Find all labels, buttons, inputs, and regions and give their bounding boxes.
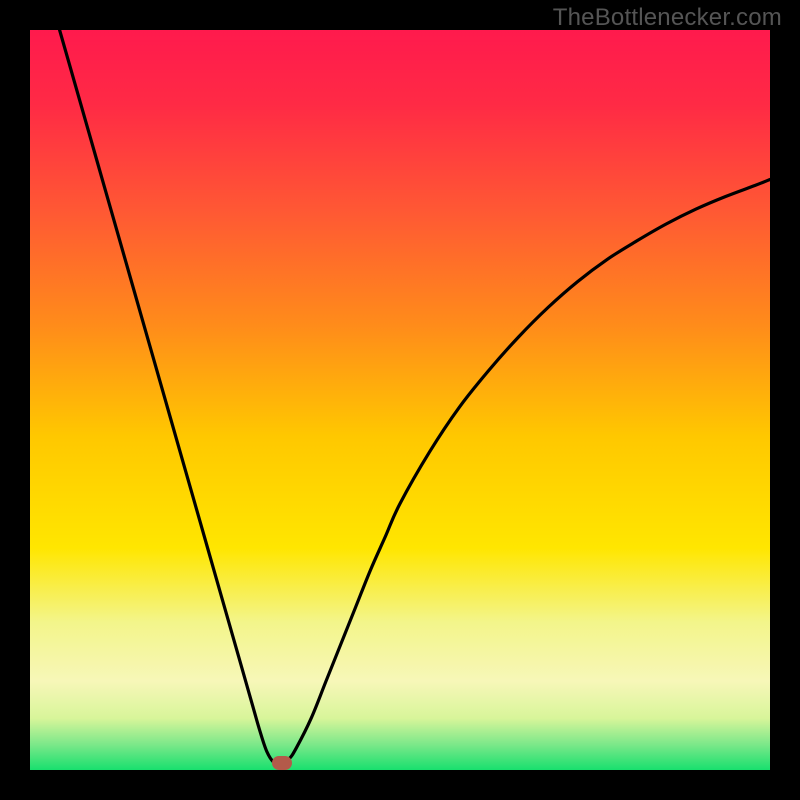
chart-frame: TheBottlenecker.com [0, 0, 800, 800]
optimal-point-marker [272, 756, 292, 770]
gradient-background [30, 30, 770, 770]
plot-area [30, 30, 770, 770]
chart-svg [30, 30, 770, 770]
watermark-text: TheBottlenecker.com [553, 4, 782, 32]
bottleneck-curve [60, 30, 770, 764]
